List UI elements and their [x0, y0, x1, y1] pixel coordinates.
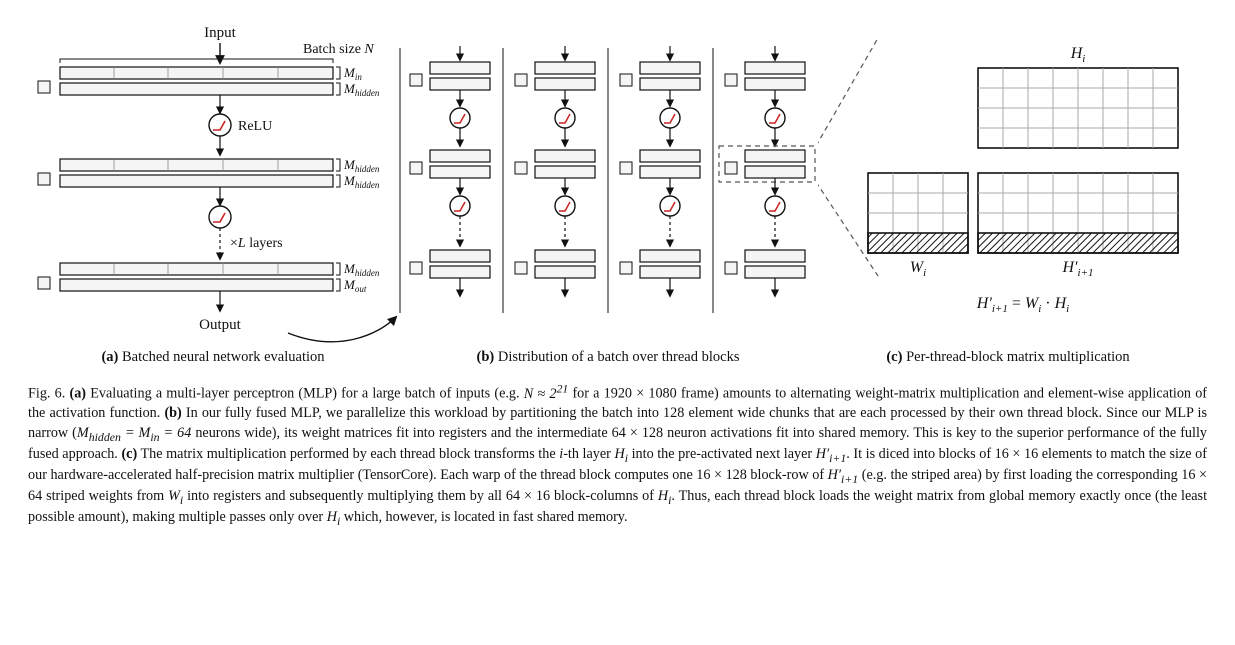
m-hidden-label-1: Mhidden: [343, 81, 380, 98]
subcaption-b: (b) Distribution of a batch over thread …: [398, 349, 818, 366]
subcap-c-text: Per-thread-block matrix multiplication: [902, 349, 1129, 365]
hi-grid: [978, 68, 1178, 148]
m-out-label: Mout: [343, 277, 367, 294]
hip1-grid: [978, 173, 1178, 253]
figure-row: Input Batch size N Min Mhidden: [28, 18, 1207, 343]
caption-c-wi: Wi: [168, 488, 183, 504]
equation: H′i+1 = Wi · Hi: [976, 295, 1069, 315]
wi-grid: [868, 173, 968, 253]
layers-label: ×L layers: [230, 236, 283, 251]
hi-label: Hi: [1070, 45, 1086, 65]
batch-size-label: Batch size N: [303, 42, 374, 57]
caption-c-hip1: H′i+1: [816, 446, 847, 462]
caption-c-hi-b: Hi: [658, 488, 672, 504]
m-hidden-label-2: Mhidden: [343, 157, 380, 174]
subcap-a-text: Batched neural network evaluation: [118, 349, 324, 365]
caption-a-eq1: N ≈ 2: [524, 386, 557, 402]
caption-b-bold: (b): [164, 405, 181, 421]
panel-b-svg: [398, 18, 818, 338]
caption-a-bold: (a): [69, 386, 86, 402]
caption-c-6: into registers and subsequently multiply…: [183, 488, 658, 504]
panel-a-svg: Input Batch size N Min Mhidden: [28, 23, 398, 343]
caption-c-bold: (c): [121, 446, 137, 462]
panel-c-svg: Hi Wi: [818, 18, 1198, 338]
fig-label: Fig. 6.: [28, 386, 65, 402]
caption-c-8: which, however, is located in fast share…: [340, 509, 627, 525]
subcap-b-text: Distribution of a batch over thread bloc…: [494, 349, 739, 365]
caption-c-3: into the pre-activated next layer: [628, 446, 816, 462]
caption-c-2: -th layer: [563, 446, 614, 462]
panel-b: [398, 18, 818, 343]
m-in-label: Min: [343, 65, 362, 82]
hip1-label: H′i+1: [1061, 259, 1093, 279]
subcap-b-bold: (b): [477, 349, 495, 365]
caption-c-hip1-b: H′i+1: [828, 467, 859, 483]
caption-c-hi: Hi: [614, 446, 628, 462]
subcaptions-row: (a) Batched neural network evaluation (b…: [28, 349, 1207, 366]
subcap-a-bold: (a): [101, 349, 118, 365]
caption-c-hi-c: Hi: [327, 509, 341, 525]
relu-label: ReLU: [238, 119, 272, 134]
caption-b-eq: Mhidden = Min = 64: [77, 425, 191, 441]
subcap-c-bold: (c): [886, 349, 902, 365]
subcaption-a: (a) Batched neural network evaluation: [28, 349, 398, 366]
panel-c: Hi Wi: [818, 18, 1198, 343]
panel-a: Input Batch size N Min Mhidden: [28, 23, 398, 343]
m-hidden-label-3: Mhidden: [343, 173, 380, 190]
caption-a-1: Evaluating a multi-layer perceptron (MLP…: [86, 386, 524, 402]
wi-label: Wi: [910, 259, 926, 279]
input-label: Input: [204, 25, 236, 41]
figure-caption: Fig. 6. (a) Evaluating a multi-layer per…: [28, 380, 1207, 530]
caption-a-exp: 21: [556, 381, 568, 395]
subcaption-c: (c) Per-thread-block matrix multiplicati…: [818, 349, 1198, 366]
caption-c-1: The matrix multiplication performed by e…: [137, 446, 559, 462]
output-label: Output: [199, 317, 242, 333]
m-hidden-label-4: Mhidden: [343, 261, 380, 278]
